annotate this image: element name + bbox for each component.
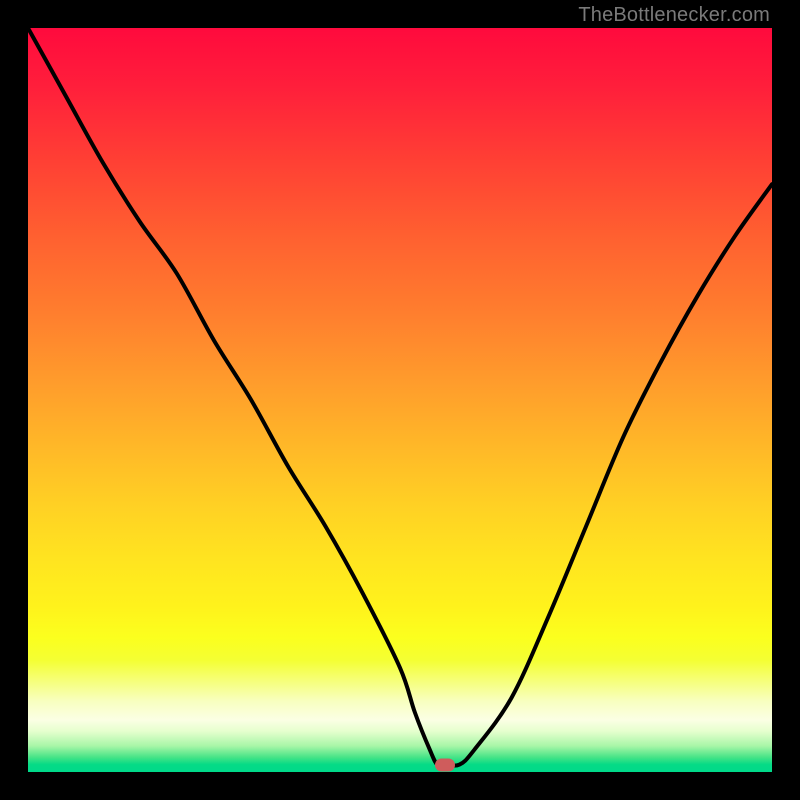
- bottleneck-curve: [28, 28, 772, 772]
- chart-frame: TheBottlenecker.com: [0, 0, 800, 800]
- chart-plot-area: [28, 28, 772, 772]
- watermark-label: TheBottlenecker.com: [578, 4, 770, 27]
- curve-path: [28, 28, 772, 766]
- optimal-marker: [435, 758, 455, 771]
